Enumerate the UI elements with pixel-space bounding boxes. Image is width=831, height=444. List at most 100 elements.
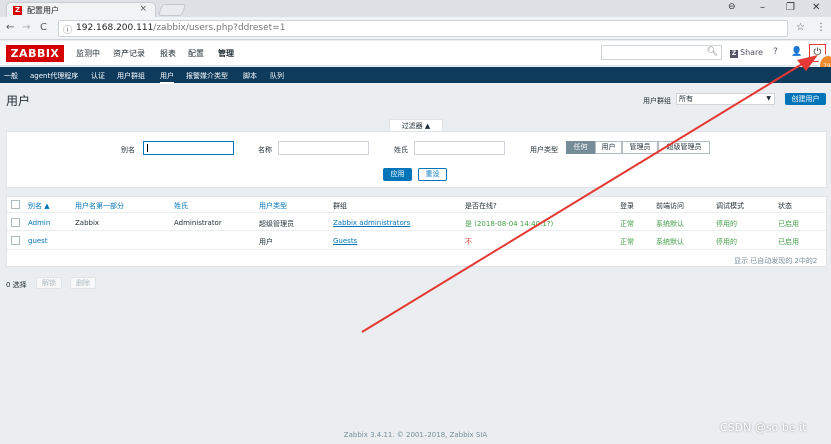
user-debug-mode[interactable]: 停用的 [716,219,737,229]
browser-tab[interactable]: Z 配置用户 × [6,2,156,17]
csdn-watermark: CSDN @so be it [720,421,807,434]
submenu-general[interactable]: 一般 [4,71,18,81]
search-icon[interactable]: 🔍︎ [707,47,718,57]
user-alias-link[interactable]: Admin [28,219,50,227]
user-online-status: 不 [465,238,472,246]
submenu-proxies[interactable]: agent代理程序 [30,71,78,81]
user-type: 超级管理员 [259,220,294,228]
url-input[interactable]: ⓘ 192.168.200.111/zabbix/users.php?ddres… [58,20,788,37]
url-host: 192.168.200.111 [76,23,154,33]
surname-input[interactable] [414,141,505,155]
url-text: 192.168.200.111/zabbix/users.php?ddreset… [76,23,285,33]
menu-configuration[interactable]: 配置 [188,48,204,59]
row-checkbox[interactable] [11,236,20,245]
col-frontend-header: 前端访问 [656,202,684,210]
user-frontend-access[interactable]: 系统默认 [656,237,684,247]
new-tab-button[interactable] [157,4,187,16]
user-status[interactable]: 已启用 [778,237,799,247]
browser-menu-icon[interactable]: ⋮ [816,22,826,33]
submenu-authentication[interactable]: 认证 [91,71,105,81]
zabbix-logo[interactable]: ZABBIX [6,45,64,62]
menu-reports[interactable]: 报表 [160,48,176,59]
user-type: 用户 [259,238,273,246]
window-close-button[interactable]: ✕ [812,2,820,13]
unblock-button[interactable]: 解锁 [36,277,62,289]
menu-inventory[interactable]: 资产记录 [113,48,145,59]
user-group-label: 用户群组 [643,97,671,105]
alias-label: 别名 [121,146,135,154]
tab-title: 配置用户 [27,6,59,15]
chevron-down-icon: ▼ [766,95,771,102]
user-frontend-access[interactable]: 系统默认 [656,219,684,229]
bookmark-star-icon[interactable]: ☆ [796,22,805,33]
col-online-header: 是否在线? [465,202,497,210]
tab-close-icon[interactable]: × [139,4,147,14]
surname-label: 姓氏 [394,146,408,154]
back-icon[interactable]: ← [6,22,14,33]
user-status[interactable]: 已启用 [778,219,799,229]
col-login-header: 登录 [620,202,634,210]
submenu-users[interactable]: 用户 [160,71,174,84]
page-title: 用户 [6,94,31,108]
name-input[interactable] [278,141,369,155]
share-link[interactable]: Z Share [730,48,763,58]
global-search-input[interactable]: 🔍︎ [601,45,722,60]
selected-count: 0 选择 [6,281,27,289]
share-icon: Z [730,50,738,58]
reload-icon[interactable]: C [40,22,47,33]
submenu-scripts[interactable]: 脚本 [243,71,257,81]
user-login-status: 正常 [620,220,634,228]
user-group-value: 所有 [679,95,693,103]
help-icon[interactable]: ? [773,47,778,57]
zabbix-favicon-icon: Z [13,6,22,15]
create-user-button[interactable]: 创建用户 [785,93,826,105]
user-debug-mode[interactable]: 停用的 [716,237,737,247]
col-status-header: 状态 [778,202,792,210]
submenu-user-groups[interactable]: 用户群组 [117,71,145,81]
col-name-header[interactable]: 用户名第一部分 [75,201,124,211]
user-online-status: 是 (2018-08-04 14:40:1?) [465,220,554,228]
apply-button[interactable]: 应用 [383,168,412,181]
user-surname: Administrator [174,219,222,227]
share-label: Share [740,48,764,57]
type-any-option[interactable]: 任何 [566,141,595,154]
address-bar-row: ← → C ⓘ 192.168.200.111/zabbix/users.php… [0,17,831,40]
user-groups-link[interactable]: Guests [333,237,357,245]
col-groups-header: 群组 [333,202,347,210]
type-superadmin-option[interactable]: 超级管理员 [658,141,710,154]
footer-copyright: Zabbix 3.4.11. © 2001–2018, Zabbix SIA [343,431,488,439]
row-divider [7,230,826,231]
filter-panel [6,131,827,188]
col-type-header[interactable]: 用户类型 [259,201,287,211]
row-divider [7,249,826,250]
user-login-status: 正常 [620,238,634,246]
menu-monitoring[interactable]: 监测中 [76,48,100,59]
user-profile-icon[interactable]: 👤 [791,47,802,57]
col-debug-header: 调试模式 [716,202,744,210]
browser-tab-bar: Z 配置用户 × ⊖ – ❐ ✕ [0,0,831,17]
minimize-button[interactable]: – [760,2,765,13]
reset-button[interactable]: 重设 [418,168,447,181]
alias-input[interactable] [143,141,234,155]
user-group-select[interactable]: 所有 ▼ [676,93,775,105]
col-alias-header[interactable]: 别名 ▲ [28,201,50,211]
users-table [6,196,827,267]
select-all-checkbox[interactable] [11,200,20,209]
menu-administration[interactable]: 管理 [218,48,234,59]
forward-icon[interactable]: → [22,22,30,33]
maximize-button[interactable]: ❐ [786,2,795,13]
type-user-option[interactable]: 用户 [595,141,622,154]
delete-button[interactable]: 删除 [70,277,96,289]
type-admin-option[interactable]: 管理员 [622,141,658,154]
url-path: /zabbix/users.php?ddreset=1 [153,23,286,33]
submenu-media-types[interactable]: 报警媒介类型 [186,71,228,81]
user-groups-link[interactable]: Zabbix administrators [333,219,410,227]
profile-icon[interactable]: ⊖ [728,2,736,12]
row-checkbox[interactable] [11,218,20,227]
info-icon[interactable]: ⓘ [63,23,72,36]
submenu-queue[interactable]: 队列 [270,71,284,81]
user-name: Zabbix [75,219,100,227]
col-surname-header[interactable]: 姓氏 [174,201,188,211]
user-type-label: 用户类型 [530,146,558,154]
user-alias-link[interactable]: guest [28,237,48,245]
